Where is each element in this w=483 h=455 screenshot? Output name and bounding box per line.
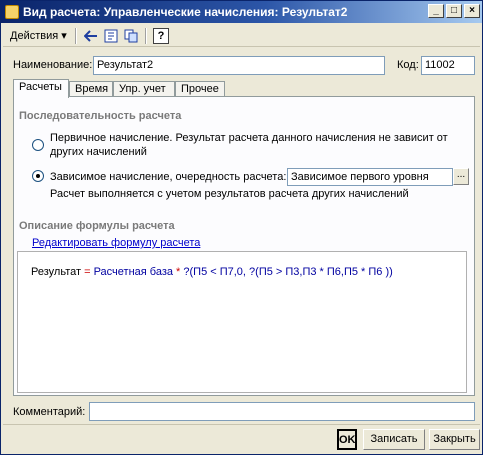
maximize-button[interactable]: □ [446,4,462,18]
formula-result-token: Результат [31,266,82,278]
formula-section-title: Описание формулы расчета [19,220,175,232]
name-input[interactable]: Результат2 [93,56,385,75]
actions-menu-label: Действия [10,30,59,42]
formula-equals-token: = [81,266,94,278]
save-button[interactable]: Записать [363,429,425,450]
code-input[interactable]: 11002 [421,56,475,75]
dropdown-arrow-icon: ▾ [61,30,67,42]
primary-accrual-radio[interactable] [32,139,44,151]
copy-icon[interactable] [123,28,139,44]
help-icon[interactable]: ? [153,28,169,44]
toolbar-separator [75,28,77,44]
ok-button[interactable]: OK [337,429,357,450]
tab-management-accounting[interactable]: Упр. учет [113,81,175,97]
comment-input[interactable] [89,402,475,421]
close-button[interactable]: Закрыть [429,429,480,450]
calc-order-section-title: Последовательность расчета [19,110,182,122]
calc-order-select-button[interactable]: ... [453,168,469,185]
app-icon [5,5,19,19]
close-window-button[interactable]: × [464,4,480,18]
formula-base-token: Расчетная база [93,266,173,278]
structure-icon[interactable] [103,28,119,44]
dependent-accrual-label: Зависимое начисление, очередность расчет… [50,171,287,183]
dependent-accrual-radio[interactable] [32,170,44,182]
footer-divider [3,424,480,425]
minimize-button[interactable]: _ [428,4,444,18]
formula-display[interactable]: Результат = Расчетная база * ?(П5 < П7,0… [17,251,467,393]
name-label: Наименование: [13,59,93,71]
tab-calculations[interactable]: Расчеты [13,79,69,98]
dependent-accrual-hint: Расчет выполняется с учетом результатов … [50,188,409,200]
go-back-icon[interactable] [83,28,99,44]
toolbar: Действия ▾ ? [3,25,480,47]
comment-label: Комментарий: [13,406,86,418]
code-label: Код: [397,59,419,71]
formula-expression-token: ?(П5 < П7,0, ?(П5 > П3,П3 * П6,П5 * П6 )… [183,266,393,278]
edit-formula-link[interactable]: Редактировать формулу расчета [32,237,200,249]
dialog-window: Вид расчета: Управленческие начисления: … [0,0,483,455]
formula-text: Результат = Расчетная база * ?(П5 < П7,0… [31,266,393,278]
formula-multiply-token: * [172,266,184,278]
primary-accrual-label: Первичное начисление. Результат расчета … [50,132,448,144]
actions-menu[interactable]: Действия ▾ [7,28,70,44]
tab-time[interactable]: Время [69,81,113,97]
calc-order-select[interactable]: Зависимое первого уровня [287,168,453,186]
title-bar[interactable]: Вид расчета: Управленческие начисления: … [1,1,482,23]
tab-other[interactable]: Прочее [175,81,225,97]
window-title: Вид расчета: Управленческие начисления: … [23,5,348,19]
toolbar-separator [145,28,147,44]
primary-accrual-label-line2: других начислений [50,146,147,158]
